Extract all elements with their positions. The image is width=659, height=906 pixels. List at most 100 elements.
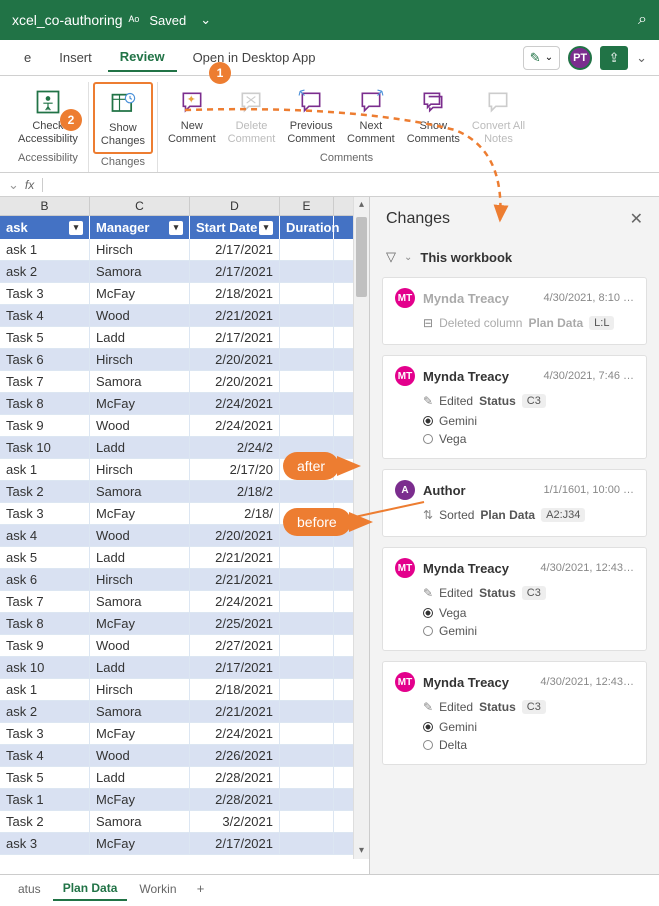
header-task[interactable]: ask▾ [0, 216, 90, 239]
cell-duration[interactable] [280, 679, 334, 700]
cell-manager[interactable]: Samora [90, 371, 190, 392]
panel-filter[interactable]: ▽ ⌄ This workbook [370, 241, 659, 277]
table-row[interactable]: ask 2Samora2/21/2021 [0, 701, 369, 723]
cell-date[interactable]: 2/28/2021 [190, 767, 280, 788]
cell-task[interactable]: Task 1 [0, 789, 90, 810]
table-row[interactable]: ask 3McFay2/17/2021 [0, 833, 369, 855]
col-header-b[interactable]: B [0, 197, 90, 215]
tab-open-desktop[interactable]: Open in Desktop App [181, 44, 328, 71]
cell-date[interactable]: 2/17/2021 [190, 239, 280, 260]
cell-manager[interactable]: McFay [90, 723, 190, 744]
table-row[interactable]: Task 6Hirsch2/20/2021 [0, 349, 369, 371]
change-card[interactable]: MTMynda Treacy4/30/2021, 7:46 …✎Edited S… [382, 355, 647, 459]
cell-duration[interactable] [280, 415, 334, 436]
cell-date[interactable]: 2/21/2021 [190, 701, 280, 722]
value-option[interactable]: Vega [423, 430, 634, 448]
table-row[interactable]: ask 1Hirsch2/17/2021 [0, 239, 369, 261]
cell-duration[interactable] [280, 745, 334, 766]
cell-duration[interactable] [280, 481, 334, 502]
filter-dropdown-icon[interactable]: ▾ [169, 221, 183, 235]
cell-duration[interactable] [280, 789, 334, 810]
cell-task[interactable]: ask 1 [0, 679, 90, 700]
cell-duration[interactable] [280, 239, 334, 260]
show-changes-button[interactable]: Show Changes [93, 82, 153, 154]
cell-date[interactable]: 2/17/2021 [190, 261, 280, 282]
cell-date[interactable]: 2/24/2021 [190, 723, 280, 744]
cell-duration[interactable] [280, 283, 334, 304]
table-row[interactable]: Task 7Samora2/20/2021 [0, 371, 369, 393]
cell-manager[interactable]: McFay [90, 613, 190, 634]
value-option[interactable]: Delta [423, 736, 634, 754]
fx-label[interactable]: fx [25, 178, 43, 192]
cell-duration[interactable] [280, 349, 334, 370]
cell-date[interactable]: 2/18/2 [190, 481, 280, 502]
cell-manager[interactable]: Ladd [90, 767, 190, 788]
cell-task[interactable]: Task 10 [0, 437, 90, 458]
change-card[interactable]: MTMynda Treacy4/30/2021, 12:43…✎Edited S… [382, 547, 647, 651]
cell-manager[interactable]: Wood [90, 415, 190, 436]
cell-date[interactable]: 2/28/2021 [190, 789, 280, 810]
cell-task[interactable]: ask 3 [0, 833, 90, 854]
cell-manager[interactable]: Hirsch [90, 569, 190, 590]
close-icon[interactable]: ✕ [630, 209, 643, 229]
table-row[interactable]: ask 10Ladd2/17/2021 [0, 657, 369, 679]
cell-duration[interactable] [280, 569, 334, 590]
sheet-tab-status[interactable]: atus [8, 878, 51, 900]
table-row[interactable]: Task 4Wood2/26/2021 [0, 745, 369, 767]
cell-task[interactable]: ask 10 [0, 657, 90, 678]
cell-manager[interactable]: McFay [90, 833, 190, 854]
cell-manager[interactable]: Ladd [90, 437, 190, 458]
cell-task[interactable]: Task 9 [0, 415, 90, 436]
show-comments-button[interactable]: Show Comments [401, 82, 466, 150]
table-row[interactable]: Task 8McFay2/25/2021 [0, 613, 369, 635]
cell-date[interactable]: 2/17/2021 [190, 833, 280, 854]
cell-manager[interactable]: Samora [90, 811, 190, 832]
cell-duration[interactable] [280, 591, 334, 612]
table-row[interactable]: Task 3McFay2/18/2021 [0, 283, 369, 305]
cell-date[interactable]: 2/17/20 [190, 459, 280, 480]
cell-date[interactable]: 3/2/2021 [190, 811, 280, 832]
cell-duration[interactable] [280, 371, 334, 392]
cell-duration[interactable] [280, 393, 334, 414]
cell-task[interactable]: Task 8 [0, 613, 90, 634]
value-option[interactable]: Gemini [423, 412, 634, 430]
cell-manager[interactable]: McFay [90, 393, 190, 414]
cell-manager[interactable]: Wood [90, 745, 190, 766]
col-header-c[interactable]: C [90, 197, 190, 215]
table-row[interactable]: Task 4Wood2/21/2021 [0, 305, 369, 327]
cell-date[interactable]: 2/26/2021 [190, 745, 280, 766]
table-row[interactable]: Task 9Wood2/27/2021 [0, 635, 369, 657]
value-option[interactable]: Vega [423, 604, 634, 622]
cell-manager[interactable]: Wood [90, 525, 190, 546]
cell-task[interactable]: ask 2 [0, 261, 90, 282]
add-sheet-button[interactable]: + [189, 881, 213, 896]
cell-manager[interactable]: Samora [90, 261, 190, 282]
next-comment-button[interactable]: Next Comment [341, 82, 401, 150]
cell-date[interactable]: 2/18/2021 [190, 679, 280, 700]
cell-manager[interactable]: Wood [90, 305, 190, 326]
cell-date[interactable]: 2/24/2 [190, 437, 280, 458]
change-card[interactable]: MTMynda Treacy4/30/2021, 8:10 …⊟Deleted … [382, 277, 647, 345]
cell-duration[interactable] [280, 547, 334, 568]
header-duration[interactable]: Duration [280, 216, 334, 239]
sheet-tab-working[interactable]: Workin [129, 878, 186, 900]
col-header-d[interactable]: D [190, 197, 280, 215]
filter-dropdown-icon[interactable]: ▾ [69, 221, 83, 235]
cell-manager[interactable]: Samora [90, 701, 190, 722]
cell-duration[interactable] [280, 261, 334, 282]
cell-date[interactable]: 2/24/2021 [190, 393, 280, 414]
cell-date[interactable]: 2/24/2021 [190, 591, 280, 612]
cell-task[interactable]: Task 6 [0, 349, 90, 370]
avatar[interactable]: PT [568, 46, 592, 70]
chevron-down-icon[interactable]: ⌄ [8, 177, 19, 193]
sheet-tab-plan-data[interactable]: Plan Data [53, 877, 128, 901]
cell-manager[interactable]: McFay [90, 789, 190, 810]
table-row[interactable]: ask 2Samora2/17/2021 [0, 261, 369, 283]
cell-manager[interactable]: Hirsch [90, 459, 190, 480]
cell-manager[interactable]: Hirsch [90, 239, 190, 260]
previous-comment-button[interactable]: Previous Comment [281, 82, 341, 150]
cell-task[interactable]: Task 5 [0, 767, 90, 788]
cell-date[interactable]: 2/20/2021 [190, 349, 280, 370]
cell-task[interactable]: Task 9 [0, 635, 90, 656]
cell-task[interactable]: ask 5 [0, 547, 90, 568]
